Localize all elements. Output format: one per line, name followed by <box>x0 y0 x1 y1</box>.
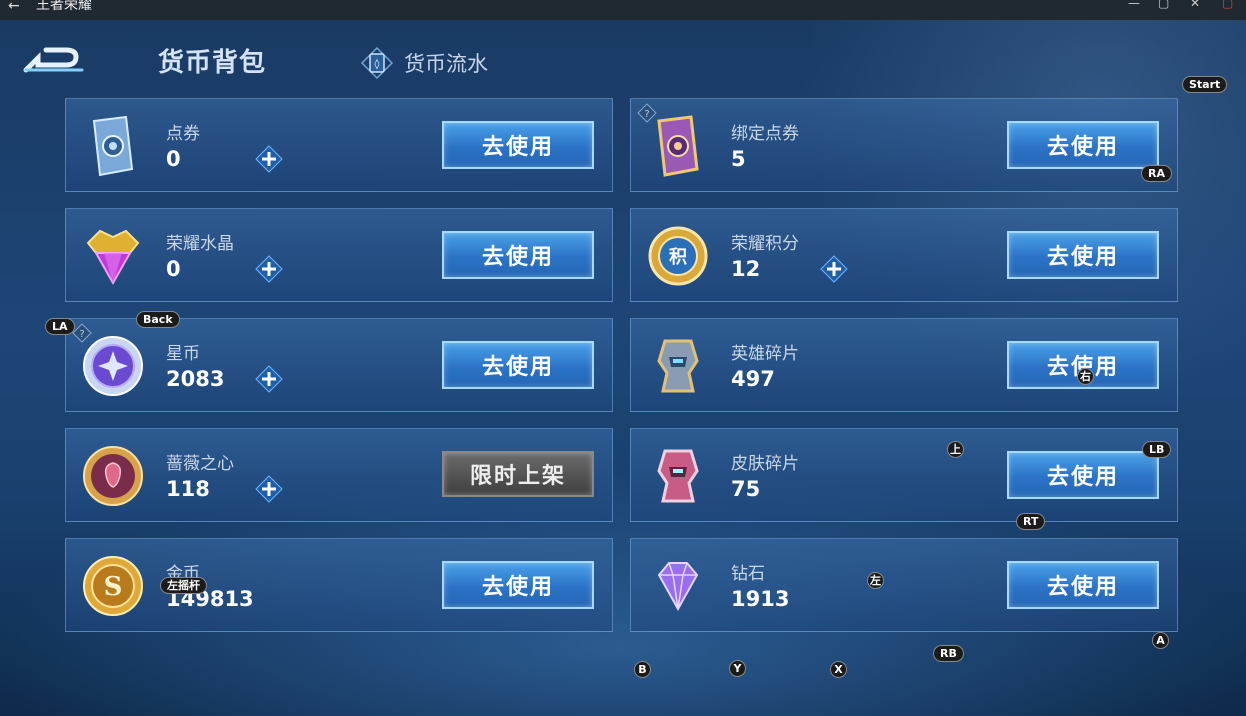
controller-right-badge: 右 <box>1077 368 1094 385</box>
purple-card-icon <box>657 115 699 177</box>
currency-amount: 2083 <box>166 367 225 391</box>
currency-amount: 497 <box>731 367 775 391</box>
skin-shard-icon <box>657 449 699 503</box>
crystal-icon <box>86 229 140 286</box>
currency-name: 英雄碎片 <box>731 344 799 364</box>
controller-left-badge: 左 <box>867 572 884 589</box>
use-button[interactable]: 去使用 <box>1007 231 1159 279</box>
use-button[interactable]: 去使用 <box>1007 451 1159 499</box>
controller-rt-badge: RT <box>1016 513 1046 530</box>
use-button[interactable]: 去使用 <box>442 341 594 389</box>
controller-la-badge: LA <box>45 318 75 335</box>
tab-currency-bag[interactable]: 货币背包 <box>158 42 266 79</box>
tab-currency-flow[interactable]: ◊ 货币流水 <box>360 46 488 80</box>
window-title: 王者荣耀 <box>36 0 92 13</box>
blue-card-icon <box>92 115 134 177</box>
currency-card-crystal: 荣耀水晶 0 去使用 <box>65 208 613 302</box>
currency-card-diamond: 钻石 1913 去使用 <box>630 538 1178 632</box>
svg-text:积: 积 <box>669 247 687 268</box>
currency-name: 星币 <box>166 344 200 364</box>
svg-text:◊: ◊ <box>375 58 380 70</box>
controller-a-badge: A <box>1152 632 1169 649</box>
currency-name: 皮肤碎片 <box>731 454 799 474</box>
controller-back-badge: Back <box>136 311 180 328</box>
currency-card-rose-heart: 蔷薇之心 118 限时上架 <box>65 428 613 522</box>
currency-card-glory-points: 积 荣耀积分 12 去使用 <box>630 208 1178 302</box>
add-icon[interactable] <box>254 254 284 284</box>
controller-rb-badge: RB <box>933 645 964 662</box>
controller-up-badge: 上 <box>947 441 964 458</box>
limited-listing-button[interactable]: 限时上架 <box>442 451 594 497</box>
return-arrow-icon[interactable] <box>22 44 88 78</box>
currency-card-bound-coupon: ? 绑定点券 5 去使用 <box>630 98 1178 192</box>
currency-name: 钻石 <box>731 564 765 584</box>
window-back-button[interactable]: ← <box>8 0 20 14</box>
currency-flow-icon: ◊ <box>360 46 394 80</box>
currency-card-skin-shard: 皮肤碎片 75 去使用 <box>630 428 1178 522</box>
hero-shard-icon <box>657 339 699 393</box>
use-button[interactable]: 去使用 <box>442 121 594 169</box>
currency-name: 点券 <box>166 124 200 144</box>
window-titlebar: ← 王者荣耀 — ▢ ✕ ▢ <box>0 0 1246 20</box>
controller-left-stick-badge: 左摇杆 <box>160 577 207 594</box>
currency-amount: 118 <box>166 477 210 501</box>
controller-lb-badge: LB <box>1142 441 1172 458</box>
currency-card-star-coin: ? 星币 2083 去使用 <box>65 318 613 412</box>
minimize-button[interactable]: — <box>1128 0 1140 10</box>
currency-amount: 1913 <box>731 587 790 611</box>
game-screen: 货币背包 ◊ 货币流水 点券 0 去使用 ? 绑定点券 5 去使用 荣耀水晶 0… <box>0 20 1246 716</box>
currency-card-coupon: 点券 0 去使用 <box>65 98 613 192</box>
currency-card-hero-shard: 英雄碎片 497 去使用 <box>630 318 1178 412</box>
use-button[interactable]: 去使用 <box>442 231 594 279</box>
close-button[interactable]: ✕ <box>1190 0 1200 10</box>
use-button[interactable]: 去使用 <box>1007 561 1159 609</box>
rose-heart-icon <box>83 446 143 506</box>
currency-name: 荣耀积分 <box>731 234 799 254</box>
diamond-icon <box>657 562 699 612</box>
currency-amount: 75 <box>731 477 761 501</box>
currency-amount: 0 <box>166 257 181 281</box>
star-coin-icon <box>83 336 143 396</box>
add-icon[interactable] <box>819 254 849 284</box>
controller-b-badge: B <box>634 661 651 678</box>
currency-amount: 12 <box>731 257 761 281</box>
controller-x-badge: X <box>830 661 847 678</box>
gold-coin-icon: S <box>83 556 143 616</box>
currency-name: 荣耀水晶 <box>166 234 234 254</box>
controller-ra-badge: RA <box>1141 165 1172 182</box>
currency-name: 蔷薇之心 <box>166 454 234 474</box>
currency-amount: 0 <box>166 147 181 171</box>
add-icon[interactable] <box>254 144 284 174</box>
add-icon[interactable] <box>254 474 284 504</box>
tab-flow-label: 货币流水 <box>404 52 488 76</box>
currency-card-gold: S 金币 149813 去使用 <box>65 538 613 632</box>
svg-text:S: S <box>104 572 123 602</box>
use-button[interactable]: 去使用 <box>442 561 594 609</box>
glory-points-icon: 积 <box>648 226 708 286</box>
use-button[interactable]: 去使用 <box>1007 121 1159 169</box>
currency-amount: 5 <box>731 147 746 171</box>
add-icon[interactable] <box>254 364 284 394</box>
controller-y-badge: Y <box>729 660 746 677</box>
currency-name: 绑定点券 <box>731 124 799 144</box>
maximize-button[interactable]: ▢ <box>1158 0 1169 10</box>
controller-start-badge: Start <box>1182 76 1228 93</box>
exit-icon[interactable]: ▢ <box>1222 0 1233 10</box>
